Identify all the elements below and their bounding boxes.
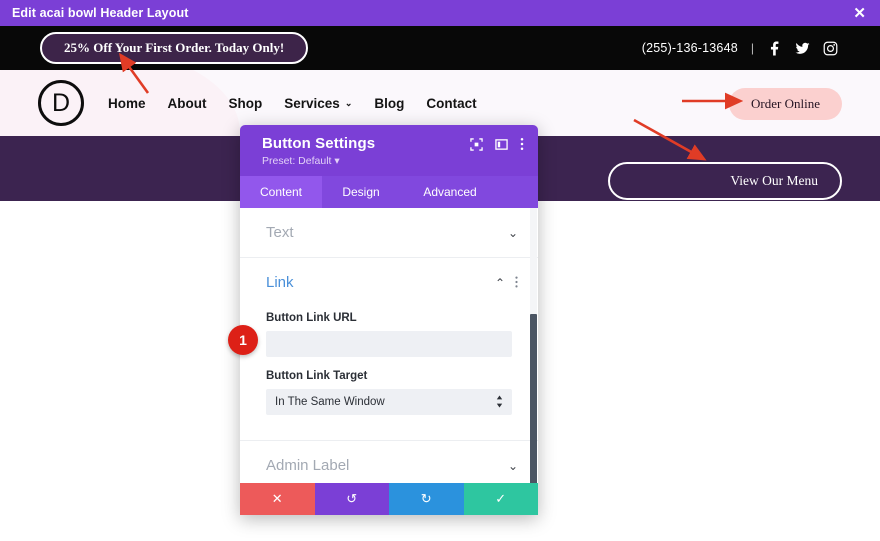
button-link-url-input[interactable] xyxy=(266,331,512,357)
button-link-url-field: Button Link URL xyxy=(240,312,538,357)
section-link-label: Link xyxy=(266,274,294,291)
kebab-menu-icon[interactable] xyxy=(515,276,518,290)
modal-body: Text ⌄ Link ⌃ Button Link URL Button Lin… xyxy=(240,208,538,483)
tab-content[interactable]: Content xyxy=(240,176,322,208)
close-icon[interactable]: ✕ xyxy=(849,4,870,23)
nav-label: Shop xyxy=(228,95,263,111)
step-badge-1: 1 xyxy=(228,325,258,355)
modal-tabs: Content Design Advanced xyxy=(240,176,538,208)
site-top-strip: 25% Off Your First Order. Today Only! (2… xyxy=(0,26,880,70)
top-strip-right: (255)-136-13648 | xyxy=(642,40,838,56)
section-text-icons: ⌄ xyxy=(508,226,518,240)
layout-panel-icon[interactable] xyxy=(495,138,508,151)
button-settings-modal: Button Settings Preset: Default ▾ Conten… xyxy=(240,125,538,515)
modal-header-icons xyxy=(470,135,524,151)
modal-header: Button Settings Preset: Default ▾ xyxy=(240,125,538,176)
nav-label: Home xyxy=(108,95,146,111)
preset-label: Preset: Default xyxy=(262,155,332,167)
save-button[interactable]: ✓ xyxy=(463,483,538,515)
page-title: Edit acai bowl Header Layout xyxy=(12,6,189,20)
window-title-bar: Edit acai bowl Header Layout ✕ xyxy=(0,0,880,26)
tab-advanced[interactable]: Advanced xyxy=(400,176,500,208)
nav-item-contact[interactable]: Contact xyxy=(426,96,476,111)
cancel-button[interactable]: ✕ xyxy=(240,483,315,515)
tab-design[interactable]: Design xyxy=(322,176,400,208)
view-our-menu-button[interactable]: View Our Menu xyxy=(608,162,842,200)
chevron-down-icon: ⌄ xyxy=(344,97,353,108)
section-admin-label-icons: ⌄ xyxy=(508,459,518,473)
nav-item-about[interactable]: About xyxy=(168,96,207,111)
section-admin-label[interactable]: Admin Label ⌄ xyxy=(240,441,538,483)
stepper-arrows-icon[interactable] xyxy=(496,395,503,409)
section-link[interactable]: Link ⌃ xyxy=(240,258,538,299)
focus-icon[interactable] xyxy=(470,137,483,151)
section-text-label: Text xyxy=(266,224,294,241)
nav-item-home[interactable]: Home xyxy=(108,96,146,111)
chevron-down-icon[interactable]: ⌄ xyxy=(508,226,518,240)
nav-label: Services xyxy=(284,95,340,111)
separator: | xyxy=(750,41,754,55)
nav-item-shop[interactable]: Shop xyxy=(229,96,263,111)
kebab-menu-icon[interactable] xyxy=(520,137,524,151)
main-navigation: Home About Shop Services ⌄ Blog Contact xyxy=(108,96,477,111)
site-logo[interactable]: D xyxy=(38,80,84,126)
section-link-divider xyxy=(240,415,538,441)
section-text[interactable]: Text ⌄ xyxy=(240,208,538,258)
button-link-target-label: Button Link Target xyxy=(266,370,368,382)
promo-badge[interactable]: 25% Off Your First Order. Today Only! xyxy=(40,32,309,64)
twitter-icon[interactable] xyxy=(795,41,810,56)
button-link-url-label: Button Link URL xyxy=(266,312,357,324)
nav-label: About xyxy=(167,95,207,111)
button-link-target-select[interactable]: In The Same Window xyxy=(266,389,512,415)
modal-scrollbar-thumb[interactable] xyxy=(530,314,537,483)
button-link-target-value: In The Same Window xyxy=(275,396,385,408)
modal-footer: ✕ ↺ ↻ ✓ xyxy=(240,483,538,515)
chevron-up-icon[interactable]: ⌃ xyxy=(495,276,505,290)
nav-item-services[interactable]: Services ⌄ xyxy=(284,96,352,111)
modal-preset-selector[interactable]: Preset: Default ▾ xyxy=(262,155,375,167)
caret-down-icon: ▾ xyxy=(334,155,340,167)
nav-label: Contact xyxy=(426,95,477,111)
phone-number[interactable]: (255)-136-13648 xyxy=(642,41,738,55)
section-admin-label-label: Admin Label xyxy=(266,457,350,474)
undo-button[interactable]: ↺ xyxy=(314,483,389,515)
redo-button[interactable]: ↻ xyxy=(389,483,464,515)
modal-title: Button Settings xyxy=(262,135,376,152)
order-online-button[interactable]: Order Online xyxy=(729,88,842,120)
instagram-icon[interactable] xyxy=(823,41,838,56)
facebook-icon[interactable] xyxy=(767,40,782,56)
button-link-target-field: Button Link Target In The Same Window xyxy=(240,370,538,415)
chevron-down-icon[interactable]: ⌄ xyxy=(508,459,518,473)
section-link-icons: ⌃ xyxy=(495,276,518,290)
nav-label: Blog xyxy=(374,95,405,111)
screen: Edit acai bowl Header Layout ✕ 25% Off Y… xyxy=(0,0,880,541)
nav-item-blog[interactable]: Blog xyxy=(374,96,404,111)
